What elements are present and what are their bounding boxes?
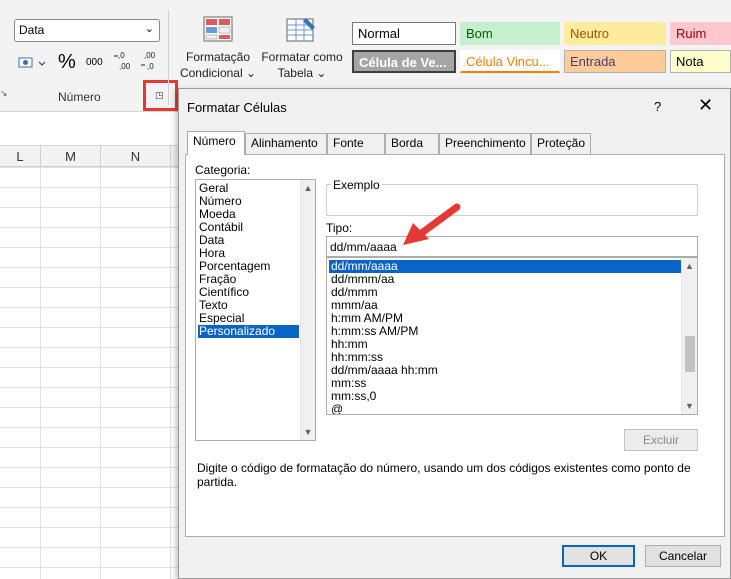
accounting-format-button[interactable] [18, 55, 48, 73]
worksheet-grid[interactable] [0, 167, 180, 579]
accounting-icon [18, 57, 46, 68]
svg-text:,0: ,0 [147, 62, 154, 71]
highlight-box [143, 80, 178, 111]
decrease-decimal-icon: ,0 ,00 [114, 51, 131, 71]
percent-icon: % [58, 51, 76, 73]
column-header-n[interactable]: N [101, 146, 171, 167]
list-item[interactable]: h:mm:ss AM/PM [329, 325, 681, 338]
style-normal[interactable]: Normal [352, 22, 456, 45]
category-list[interactable]: Geral Número Moeda Contábil Data Hora Po… [195, 179, 316, 441]
scroll-up-icon[interactable]: ▲ [682, 259, 697, 273]
cancel-button[interactable]: Cancelar [645, 545, 721, 567]
tab-border[interactable]: Borda [385, 133, 439, 154]
tab-protection[interactable]: Proteção [531, 133, 591, 154]
list-item[interactable]: @ [329, 403, 681, 415]
thousands-icon: 000 [86, 57, 103, 68]
type-label: Tipo: [326, 221, 353, 235]
format-description: Digite o código de formatação do número,… [197, 461, 691, 489]
conditional-formatting-icon [203, 16, 233, 42]
list-item[interactable]: dd/mmm [329, 286, 681, 299]
svg-text:,00: ,00 [144, 51, 156, 60]
list-item[interactable]: mm:ss [329, 377, 681, 390]
decrease-decimal-button[interactable]: ,0 ,00 [113, 50, 135, 72]
number-format-value: Data [19, 23, 45, 37]
scroll-up-icon[interactable]: ▲ [301, 181, 315, 195]
type-scrollbar[interactable]: ▲ ▼ [681, 258, 697, 414]
close-icon[interactable]: ✕ [698, 96, 713, 114]
delete-button[interactable]: Excluir [624, 429, 698, 451]
style-neutral[interactable]: Neutro [564, 22, 666, 45]
dialog-title: Formatar Células [187, 100, 287, 115]
list-item[interactable]: dd/mm/aaaa hh:mm [329, 364, 681, 377]
annotation-arrow-icon [403, 203, 461, 245]
cell-styles-gallery: Normal Bom Neutro Ruim Célula de Ve... C… [350, 20, 731, 80]
scroll-thumb[interactable] [685, 336, 695, 372]
list-item[interactable]: mm:ss,0 [329, 390, 681, 403]
help-button[interactable]: ? [654, 99, 661, 114]
list-item[interactable]: dd/mmm/aa [329, 273, 681, 286]
format-as-table-button[interactable]: Formatar como Tabela ⌄ [258, 14, 346, 80]
example-box [326, 184, 698, 216]
tab-fill[interactable]: Preenchimento [439, 133, 531, 154]
style-input[interactable]: Entrada [564, 50, 666, 73]
tab-alignment[interactable]: Alinhamento [245, 133, 327, 154]
increase-decimal-icon: ,00 ,0 [141, 51, 156, 71]
svg-text:,00: ,00 [119, 62, 131, 71]
style-linked-cell[interactable]: Célula Vincu... [460, 50, 560, 73]
style-note[interactable]: Nota [670, 50, 731, 73]
type-list[interactable]: dd/mm/aaaa dd/mmm/aa dd/mmm mmm/aa h:mm … [326, 257, 698, 415]
chevron-down-icon: ⌄ [144, 23, 154, 35]
number-format-dropdown[interactable]: Data ⌄ [14, 19, 160, 42]
prev-group-launcher-icon[interactable]: ↘ [0, 88, 8, 99]
format-as-table-icon [286, 18, 315, 42]
formula-bar-area [0, 112, 180, 146]
conditional-formatting-button[interactable]: Formatação Condicional ⌄ [178, 14, 258, 80]
tab-number[interactable]: Número [187, 131, 245, 155]
example-label: Exemplo [331, 178, 382, 192]
category-scrollbar[interactable]: ▲ ▼ [300, 180, 315, 440]
type-input[interactable]: dd/mm/aaaa [326, 236, 698, 257]
style-good[interactable]: Bom [460, 22, 560, 45]
list-item-selected[interactable]: Personalizado [198, 325, 299, 338]
group-separator [168, 10, 169, 105]
column-header-l[interactable]: L [0, 146, 41, 167]
scroll-down-icon[interactable]: ▼ [682, 399, 697, 413]
svg-text:,0: ,0 [118, 51, 125, 60]
increase-decimal-button[interactable]: ,00 ,0 [140, 50, 162, 72]
conditional-formatting-label: Formatação Condicional ⌄ [179, 50, 257, 80]
format-cells-dialog: Formatar Células ? ✕ Número Alinhamento … [178, 88, 731, 579]
scroll-down-icon[interactable]: ▼ [301, 425, 315, 439]
column-header-row: L M N [0, 146, 180, 167]
style-check-cell[interactable]: Célula de Ve... [352, 50, 456, 73]
category-label: Categoria: [195, 163, 251, 177]
percent-button[interactable]: % [58, 51, 76, 74]
ok-button[interactable]: OK [562, 545, 635, 567]
style-bad[interactable]: Ruim [670, 22, 731, 45]
column-header-m[interactable]: M [41, 146, 101, 167]
thousands-separator-button[interactable]: 000 [86, 57, 103, 68]
tab-font[interactable]: Fonte [327, 133, 385, 154]
format-as-table-label: Formatar como Tabela ⌄ [261, 50, 343, 80]
number-group-label: Número [58, 90, 101, 104]
